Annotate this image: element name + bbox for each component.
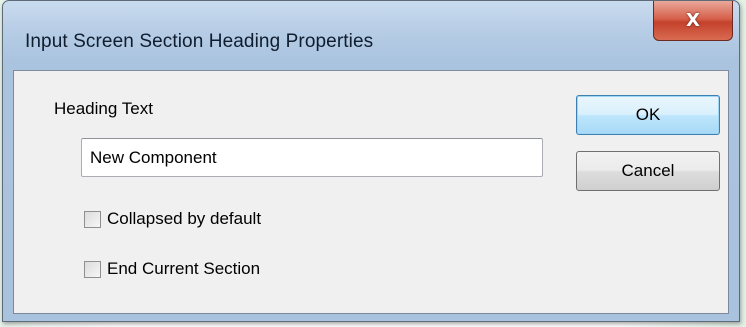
title-bar[interactable]: Input Screen Section Heading Properties … (3, 1, 739, 71)
dialog-window: Input Screen Section Heading Properties … (2, 0, 740, 322)
end-current-section-checkbox[interactable] (84, 260, 101, 278)
collapsed-by-default-label[interactable]: Collapsed by default (107, 209, 261, 229)
collapsed-by-default-option[interactable]: Collapsed by default (84, 209, 261, 229)
dialog-body: Heading Text Collapsed by default End Cu… (13, 70, 729, 314)
ok-button[interactable]: OK (576, 95, 720, 135)
close-button[interactable]: X (653, 1, 733, 41)
close-icon: X (686, 10, 700, 31)
heading-text-input[interactable] (81, 138, 543, 177)
collapsed-by-default-checkbox[interactable] (84, 210, 101, 228)
end-current-section-label[interactable]: End Current Section (107, 259, 260, 279)
heading-text-label: Heading Text (54, 99, 153, 118)
end-current-section-option[interactable]: End Current Section (84, 259, 260, 279)
cancel-button[interactable]: Cancel (576, 151, 720, 191)
dialog-title: Input Screen Section Heading Properties (25, 31, 374, 52)
